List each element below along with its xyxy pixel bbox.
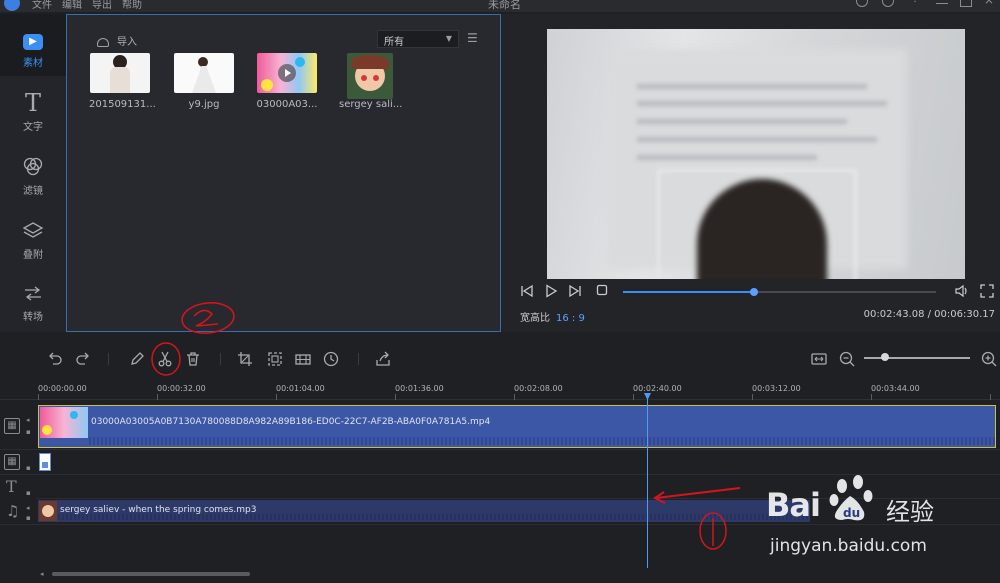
- watermark-url: jingyan.baidu.com: [770, 536, 927, 556]
- watermark-brand: Bai: [766, 486, 821, 524]
- svg-text:du: du: [843, 506, 860, 520]
- annotation-number-2: [193, 309, 219, 327]
- baidu-watermark: du Bai 经验 jingyan.baidu.com: [766, 472, 1000, 567]
- app-window: 文件 编辑 导出 帮助 未命名 ⋮ × ▶ 素材 T 文字 滤镜: [0, 0, 1000, 583]
- watermark-brand-cn: 经验: [886, 498, 934, 526]
- annotation-circle: [151, 342, 181, 376]
- baidu-paw-icon: du: [829, 475, 873, 521]
- annotation-arrow: [655, 487, 741, 499]
